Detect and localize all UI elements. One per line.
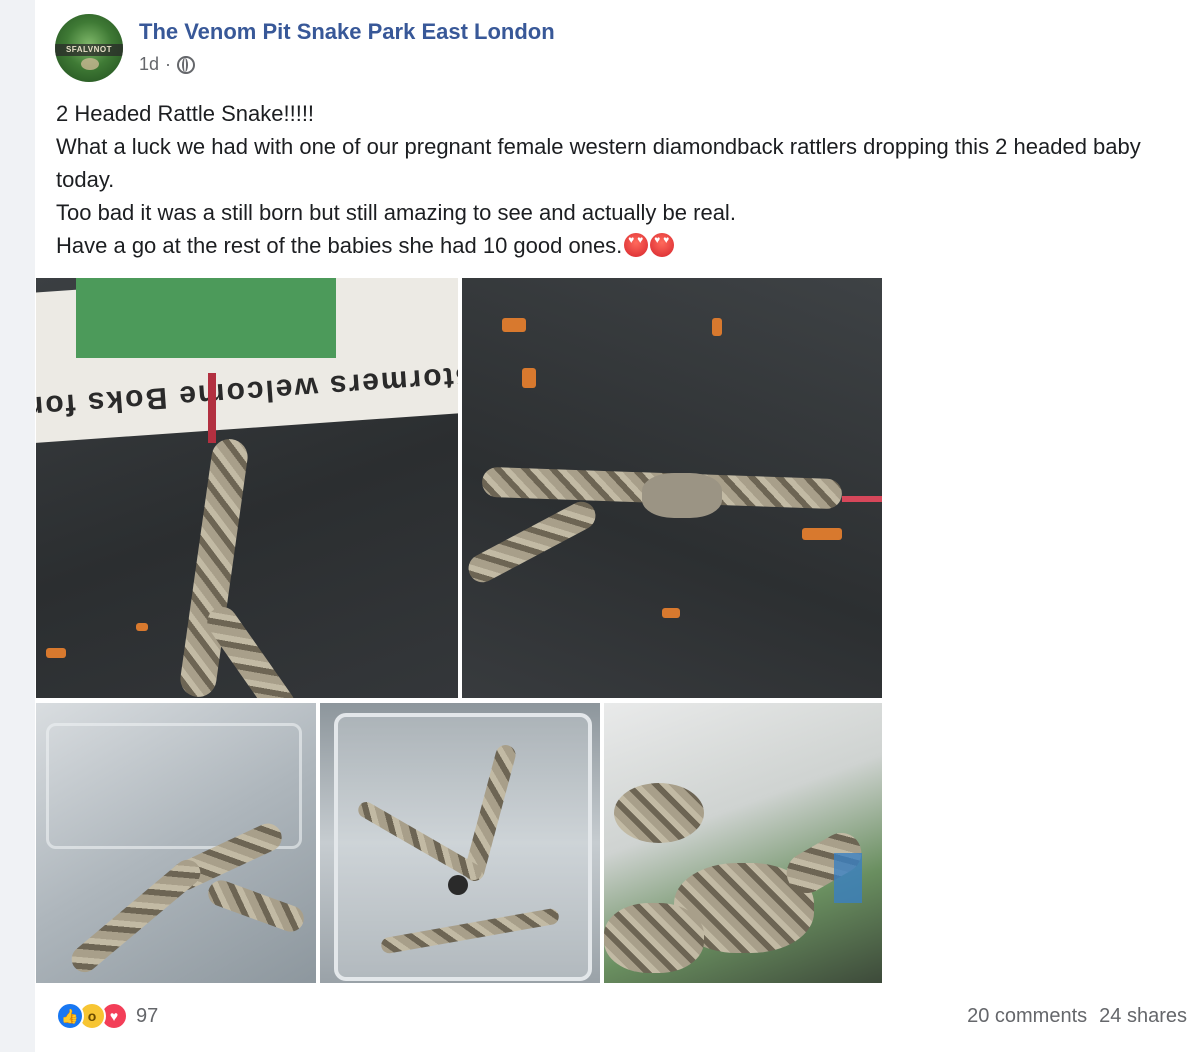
shares-count-link[interactable]: 24 shares [1099,1005,1187,1028]
snake-heads-image [642,473,722,518]
comments-count-link[interactable]: 20 comments [967,1005,1087,1028]
post-text-line-last: Have a go at the rest of the babies she … [56,229,1186,262]
paint-speck [712,318,722,336]
paper-label-image [834,853,862,903]
post-text-line: 2 Headed Rattle Snake!!!!! [56,101,315,126]
post-text-line: Too bad it was a still born but still am… [56,200,736,225]
snake-body-image [604,903,704,973]
tray-drain-image [448,875,468,895]
newspaper-green-panel-image [76,278,336,358]
globe-icon[interactable] [177,55,196,74]
photo-baby-snakes-in-tray[interactable] [320,703,600,983]
heart-eyes-emoji-icon [624,233,649,257]
post-timestamp[interactable]: 1d [139,54,159,75]
reaction-summary[interactable]: 👍 o ♥ 97 [56,1002,158,1030]
photo-two-headed-snake-closeup[interactable]: Stormers welcome Boks for Clermont [36,278,458,698]
reaction-count[interactable]: 97 [136,1005,158,1028]
blood-streak-image [842,496,882,502]
snake-body-image [463,496,601,588]
post-text-line: Have a go at the rest of the babies she … [56,233,623,258]
avatar-logo-text: SFALVNOT [65,45,113,54]
paint-speck [662,608,680,618]
avatar-logo-mark [81,58,99,70]
post-text-line: What a luck we had with one of our pregn… [56,134,1141,192]
like-icon: 👍 [56,1002,84,1030]
photo-snake-in-container[interactable] [36,703,316,983]
meta-separator: · [165,54,172,74]
photo-baby-snakes-pile[interactable] [604,703,882,983]
page-name-link[interactable]: The Venom Pit Snake Park East London [139,19,555,45]
paint-speck [522,368,536,388]
paint-speck [46,648,66,658]
snake-body-image [204,876,308,936]
post-text: 2 Headed Rattle Snake!!!!! What a luck w… [56,97,1186,262]
paint-speck [136,623,148,631]
snake-body-image [614,783,704,843]
post-meta: 1d · [139,54,196,75]
paint-speck [802,528,842,540]
tray-image [334,713,592,981]
blood-streak-image [208,373,216,443]
paint-speck [502,318,526,332]
page-avatar[interactable]: SFALVNOT [55,14,123,82]
heart-eyes-emoji-icon [650,233,675,257]
photo-snake-on-wood[interactable] [462,278,882,698]
snake-body-image [66,854,206,978]
post-stats: 20 comments 24 shares [967,1005,1187,1028]
